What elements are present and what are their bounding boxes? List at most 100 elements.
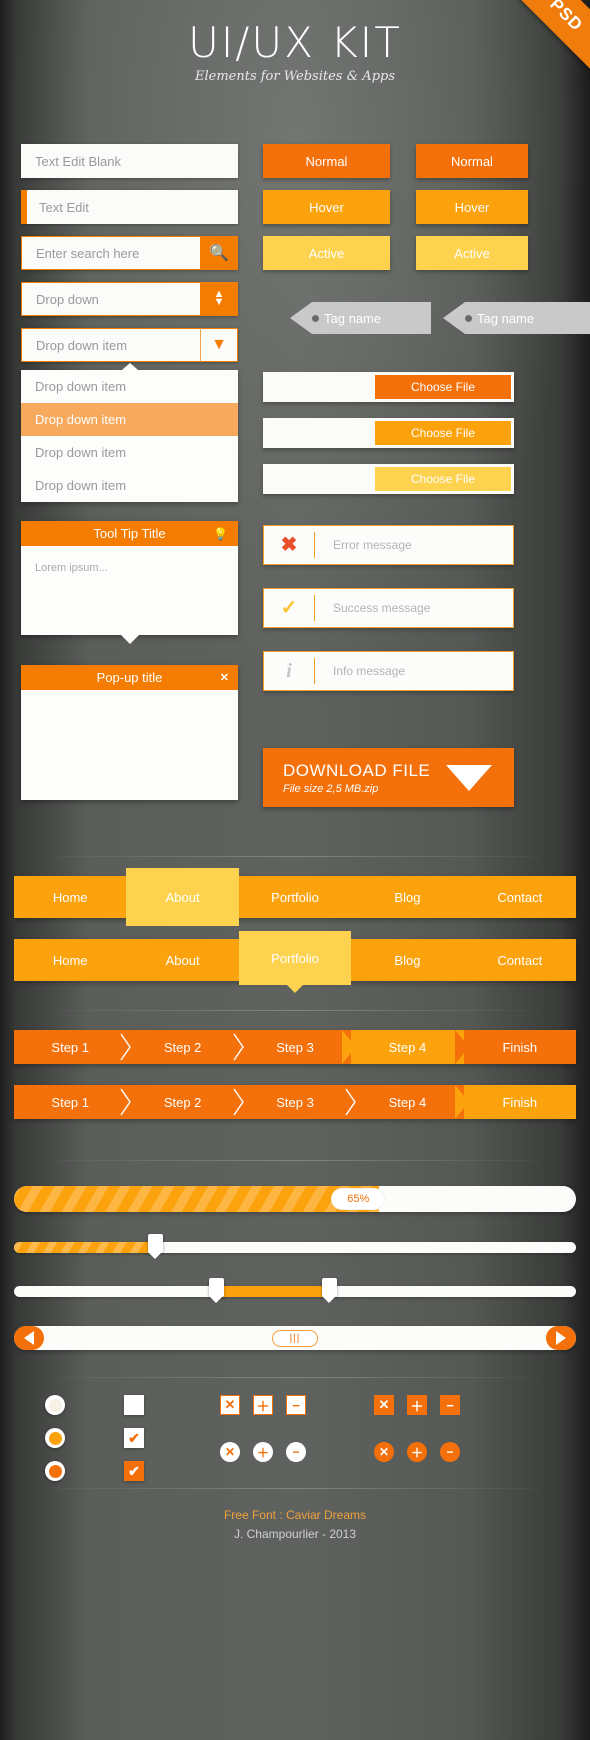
arrow-left-icon[interactable] [14, 1326, 44, 1350]
choose-file-label: Choose File [410, 472, 476, 486]
chevron-separator-icon [454, 1030, 469, 1064]
nav-label: Portfolio [271, 889, 319, 905]
slider-single[interactable] [14, 1234, 576, 1260]
checkbox-checked[interactable]: ✔ [124, 1428, 144, 1448]
close-circle-icon[interactable]: ✕ [374, 1442, 394, 1462]
alert-error: ✖ Error message [263, 525, 514, 565]
minus-icon[interactable]: − [286, 1395, 306, 1415]
alert-success: ✓ Success message [263, 588, 514, 628]
step-4[interactable]: Step 4 [351, 1085, 469, 1119]
plus-circle-icon[interactable]: ＋ [407, 1442, 427, 1462]
button-active-wide[interactable]: Active [263, 236, 390, 270]
step-2[interactable]: Step 2 [126, 1030, 244, 1064]
choose-file-label: Choose File [410, 380, 476, 394]
radio-hover[interactable] [45, 1428, 65, 1448]
tag-chip[interactable]: Tag name [290, 302, 431, 334]
step-4[interactable]: Step 4 [351, 1030, 469, 1064]
text-edit-placeholder: Text Edit [39, 199, 89, 215]
page-title: UI/UX KIT [188, 18, 402, 67]
minus-icon[interactable]: − [440, 1395, 460, 1415]
checkbox-empty[interactable] [124, 1395, 144, 1415]
chevron-down-icon[interactable]: ▼ [200, 328, 238, 362]
button-active-small[interactable]: Active [416, 236, 528, 270]
close-icon[interactable]: ✕ [374, 1395, 394, 1415]
choose-file-button[interactable]: Choose File [375, 375, 511, 399]
nav-label: About [165, 889, 200, 905]
file-name-display[interactable] [266, 467, 375, 491]
list-item[interactable]: Drop down item [21, 403, 238, 436]
slider-handle-from[interactable] [209, 1278, 225, 1303]
button-hover-small[interactable]: Hover [416, 190, 528, 224]
grip-lines-icon[interactable]: ||| [272, 1329, 318, 1347]
checkbox-filled[interactable]: ✔ [124, 1461, 144, 1481]
plus-icon[interactable]: ＋ [407, 1395, 427, 1415]
updown-arrows-icon[interactable]: ▲ ▼ [200, 282, 238, 316]
download-file-button[interactable]: DOWNLOAD FILE File size 2,5 MB.zip [263, 748, 514, 807]
nav-item-blog[interactable]: Blog [351, 876, 463, 918]
chevron-separator-icon [120, 1033, 132, 1061]
chevron-separator-icon [233, 1088, 244, 1116]
round-button-group-left: ✕ ＋ − [220, 1442, 306, 1462]
button-normal-small[interactable]: Normal [416, 144, 528, 178]
choose-file-button[interactable]: Choose File [375, 421, 511, 445]
plus-circle-icon[interactable]: ＋ [253, 1442, 273, 1462]
nav-item-blog[interactable]: Blog [351, 939, 463, 981]
search-input[interactable]: Enter search here [21, 236, 200, 270]
list-item[interactable]: Drop down item [21, 370, 238, 403]
checkbox-group: ✔ ✔ [124, 1395, 144, 1481]
nav-item-home[interactable]: Home [14, 939, 126, 981]
step-1[interactable]: Step 1 [14, 1085, 132, 1119]
nav-item-portfolio[interactable]: Portfolio [238, 931, 352, 993]
nav-item-home[interactable]: Home [14, 876, 126, 918]
dropdown-value[interactable]: Drop down [21, 282, 200, 316]
arrow-right-icon[interactable] [546, 1326, 576, 1350]
popup-dialog: Pop-up title ✕ [21, 665, 238, 800]
dropdown-option-label: Drop down item [35, 412, 127, 427]
tag-label: Tag name [324, 310, 382, 326]
close-circle-icon[interactable]: ✕ [220, 1442, 240, 1462]
minus-circle-icon[interactable]: − [440, 1442, 460, 1462]
plus-icon[interactable]: ＋ [253, 1395, 273, 1415]
step-1[interactable]: Step 1 [14, 1030, 132, 1064]
list-item[interactable]: Drop down item [21, 469, 238, 502]
tag-label: Tag name [477, 310, 535, 326]
step-3[interactable]: Step 3 [239, 1030, 357, 1064]
choose-file-button[interactable]: Choose File [375, 467, 511, 491]
file-name-display[interactable] [266, 421, 375, 445]
button-hover-wide[interactable]: Hover [263, 190, 390, 224]
dropdown-item-value[interactable]: Drop down item [21, 328, 200, 362]
step-finish[interactable]: Finish [464, 1030, 576, 1064]
slider-handle[interactable] [147, 1234, 163, 1259]
nav-item-about[interactable]: About [126, 939, 238, 981]
list-item[interactable]: Drop down item [21, 436, 238, 469]
nav-label: About [165, 952, 200, 968]
progress-badge: 65% [331, 1188, 386, 1210]
tag-chip[interactable]: Tag name [443, 302, 590, 334]
nav-item-contact[interactable]: Contact [464, 939, 576, 981]
text-edit-input[interactable]: Text Edit [21, 190, 238, 224]
progress-label: 65% [347, 1193, 370, 1205]
slider-range[interactable] [14, 1278, 576, 1304]
close-icon[interactable]: ✕ [220, 1395, 240, 1415]
button-label: Active [454, 245, 490, 261]
minus-circle-icon[interactable]: − [286, 1442, 306, 1462]
button-normal-wide[interactable]: Normal [263, 144, 390, 178]
button-label: Hover [454, 199, 490, 215]
radio-checked[interactable] [45, 1461, 65, 1481]
radio-empty[interactable] [45, 1395, 65, 1415]
nav-item-portfolio[interactable]: Portfolio [239, 876, 351, 918]
slider-handle-to[interactable] [321, 1278, 337, 1303]
file-name-display[interactable] [266, 375, 375, 399]
search-icon[interactable]: 🔍 [200, 236, 238, 270]
close-icon[interactable]: ✕ [220, 671, 229, 684]
round-button-group-right: ✕ ＋ − [374, 1442, 460, 1462]
button-label: Normal [451, 153, 493, 169]
horizontal-scrollbar[interactable]: ||| [14, 1326, 576, 1350]
text-edit-blank-input[interactable]: Text Edit Blank [21, 144, 238, 178]
nav-item-contact[interactable]: Contact [464, 876, 576, 918]
step-finish[interactable]: Finish [463, 1085, 577, 1119]
step-2[interactable]: Step 2 [126, 1085, 244, 1119]
nav-item-about[interactable]: About [126, 868, 239, 926]
progress-bar: 65% [14, 1186, 576, 1212]
step-3[interactable]: Step 3 [239, 1085, 357, 1119]
